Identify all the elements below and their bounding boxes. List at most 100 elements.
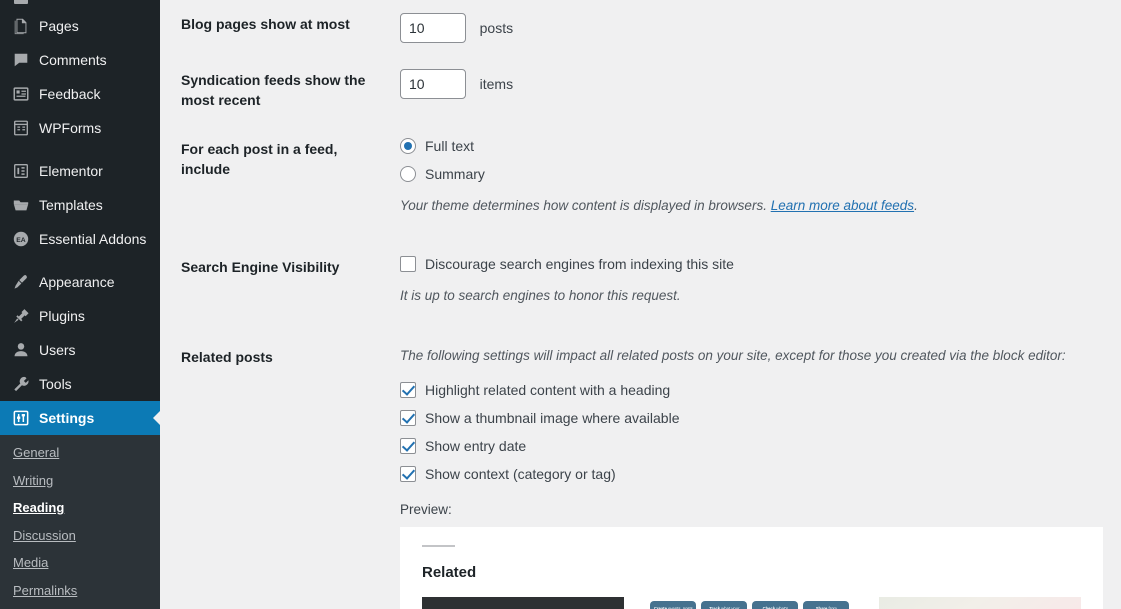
blog-pages-label: Blog pages show at most (181, 16, 350, 32)
radio-summary-control[interactable] (400, 166, 416, 183)
preview-label: Preview: (400, 501, 452, 517)
feed-include-label: For each post in a feed, include (181, 141, 338, 177)
related-option-checkbox[interactable] (400, 409, 416, 426)
sidebar-item-elementor[interactable]: Elementor (0, 154, 160, 188)
row-blog-pages: Blog pages show at most posts (160, 0, 1121, 56)
submenu-item-permalinks[interactable]: Permalinks (0, 577, 160, 605)
comments-icon (11, 50, 31, 70)
radio-full-text-label: Full text (425, 138, 475, 155)
sidebar-item-plugins[interactable]: Plugins (0, 299, 160, 333)
sidebar-item-wpforms[interactable]: WPForms (0, 111, 160, 145)
blog-pages-field: posts (380, 0, 1121, 56)
sidebar-item-label: Elementor (39, 163, 103, 179)
search-visibility-label: Search Engine Visibility (181, 258, 340, 275)
search-visibility-description: It is up to search engines to honor this… (400, 287, 681, 303)
related-posts-field: The following settings will impact all r… (380, 333, 1121, 609)
related-posts-label: Related posts (181, 348, 273, 365)
svg-text:EA: EA (16, 237, 26, 244)
sidebar-item-feedback[interactable]: Feedback (0, 77, 160, 111)
reading-settings-form: Blog pages show at most posts Syndicatio… (160, 0, 1121, 609)
pages-icon (11, 16, 31, 36)
preview-thumbnail-grid: 8:56 76% John Maeda | Design in Tech Rep… (422, 596, 1081, 609)
plugins-plug-icon (11, 306, 31, 326)
preview-heading: Related (422, 563, 477, 581)
radio-summary[interactable]: Summary (400, 166, 1111, 183)
related-posts-intro: The following settings will impact all r… (400, 347, 1066, 363)
sidebar-item-templates[interactable]: Templates (0, 188, 160, 222)
related-option-row[interactable]: Highlight related content with a heading (400, 381, 1111, 398)
submenu-item-media[interactable]: Media (0, 549, 160, 577)
related-option-row[interactable]: Show entry date (400, 437, 1111, 454)
preview-thumbnail-photo[interactable]: 00:00:11 (878, 596, 1081, 609)
preview-thumbnail-app-screenshot[interactable]: 8:56 76% John Maeda | Design in Tech Rep… (422, 596, 625, 609)
related-option-checkbox[interactable] (400, 465, 416, 482)
related-option-row[interactable]: Show a thumbnail image where available (400, 409, 1111, 426)
sidebar-clipped-row (0, 0, 160, 9)
sidebar-item-users[interactable]: Users (0, 333, 160, 367)
feedback-icon (11, 84, 31, 104)
submenu-item-general[interactable]: General (0, 439, 160, 467)
discourage-search-engines-checkbox-row[interactable]: Discourage search engines from indexing … (400, 255, 1111, 272)
sidebar-item-comments[interactable]: Comments (0, 43, 160, 77)
appearance-brush-icon (11, 272, 31, 292)
related-option-label: Show entry date (425, 437, 527, 454)
sidebar-item-pages[interactable]: Pages (0, 9, 160, 43)
essential-addons-icon: EA (11, 229, 31, 249)
blog-pages-unit: posts (479, 20, 514, 36)
feed-include-description: Your theme determines how content is dis… (400, 196, 1111, 216)
row-feed-include: For each post in a feed, include Full te… (160, 125, 1121, 243)
reading-settings-content: Blog pages show at most posts Syndicatio… (160, 0, 1121, 609)
search-visibility-field: Discourage search engines from indexing … (380, 243, 1121, 333)
submenu-item-discussion[interactable]: Discussion (0, 522, 160, 550)
radio-full-text-control[interactable] (400, 138, 416, 155)
feed-desc-period: . (914, 198, 918, 214)
preview-thumbnail-phone-cards[interactable]: Create events, posts and pages Track what… (650, 596, 853, 609)
sidebar-item-settings[interactable]: Settings (0, 401, 160, 435)
learn-more-feeds-link[interactable]: Learn more about feeds (771, 198, 914, 213)
sidebar-item-tools[interactable]: Tools (0, 367, 160, 401)
related-option-label: Show a thumbnail image where available (425, 409, 680, 426)
wp-admin-screen: Pages Comments Feedback WPForms Elementor Tem… (0, 0, 1121, 609)
admin-sidebar: Pages Comments Feedback WPForms Elementor Tem… (0, 0, 160, 609)
syndication-unit: items (479, 76, 514, 92)
syndication-field: items (380, 56, 1121, 112)
related-posts-preview-card: Related 8:56 76% John (400, 526, 1103, 609)
clipped-icon (0, 0, 160, 9)
blog-pages-input[interactable] (400, 13, 466, 43)
related-option-checkbox[interactable] (400, 437, 416, 454)
sidebar-separator (0, 256, 160, 265)
preview-phone-card: Create events, posts and pages (650, 600, 697, 609)
users-icon (11, 340, 31, 360)
preview-divider (422, 544, 455, 547)
related-option-row[interactable]: Show context (category or tag) (400, 465, 1111, 482)
radio-full-text[interactable]: Full text (400, 138, 1111, 155)
sidebar-item-essential-addons[interactable]: EA Essential Addons (0, 222, 160, 256)
elementor-icon (11, 161, 31, 181)
preview-phone-card: Track what your visitors love (701, 600, 748, 609)
row-syndication-feeds: Syndication feeds show the most recent i… (160, 56, 1121, 125)
submenu-item-writing[interactable]: Writing (0, 467, 160, 495)
sidebar-separator (0, 145, 160, 154)
sidebar-item-label: Plugins (39, 308, 85, 324)
related-posts-options: Highlight related content with a heading… (400, 381, 1111, 482)
related-option-checkbox[interactable] (400, 381, 416, 398)
sidebar-item-appearance[interactable]: Appearance (0, 265, 160, 299)
preview-phone-card: Share from anywhere (803, 600, 850, 609)
tools-wrench-icon (11, 374, 31, 394)
sidebar-item-label: WPForms (39, 120, 102, 136)
feed-include-field: Full text Summary Your theme determines … (380, 125, 1121, 243)
discourage-search-engines-checkbox[interactable] (400, 255, 416, 272)
templates-folder-icon (11, 195, 31, 215)
sidebar-item-label: Settings (39, 410, 95, 426)
row-related-posts: Related posts The following settings wil… (160, 333, 1121, 609)
related-option-label: Highlight related content with a heading (425, 381, 671, 398)
submenu-item-reading[interactable]: Reading (0, 494, 160, 522)
sidebar-item-label: Tools (39, 376, 72, 392)
related-option-label: Show context (category or tag) (425, 465, 616, 482)
sidebar-item-label: Comments (39, 52, 107, 68)
sidebar-menu-list: Pages Comments Feedback WPForms Elementor Tem… (0, 9, 160, 435)
sidebar-item-label: Appearance (39, 274, 115, 290)
sidebar-item-label: Pages (39, 18, 79, 34)
syndication-input[interactable] (400, 69, 466, 99)
row-search-visibility: Search Engine Visibility Discourage sear… (160, 243, 1121, 333)
